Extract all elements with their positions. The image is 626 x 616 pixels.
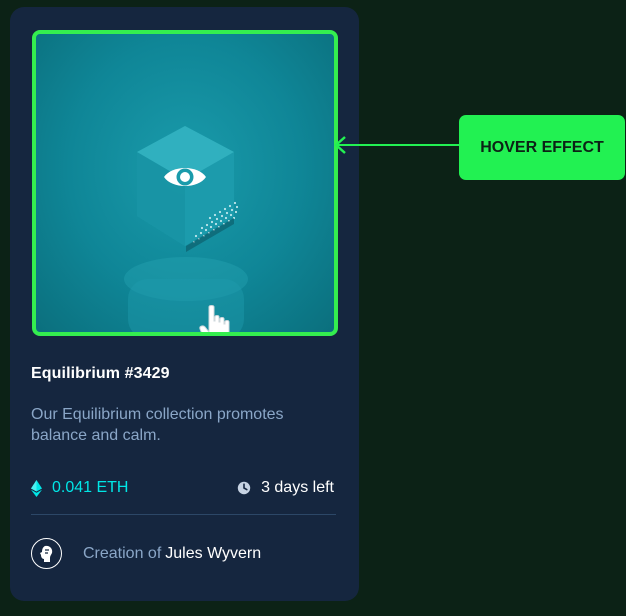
creator: Creation of Jules Wyvern	[31, 538, 261, 569]
avatar-icon[interactable]	[31, 538, 62, 569]
creator-prefix: Creation of	[83, 544, 162, 562]
time-left-value: 3 days left	[261, 479, 334, 496]
hand-cursor-icon	[199, 305, 230, 332]
price: 0.041 ETH	[31, 479, 128, 497]
creator-name-link[interactable]: Jules Wyvern	[165, 545, 261, 563]
eye-icon[interactable]	[162, 162, 208, 192]
nft-image[interactable]	[32, 30, 338, 336]
annotation-arrow-icon	[334, 136, 460, 154]
time-left: 3 days left	[237, 479, 334, 497]
ethereum-icon	[31, 479, 42, 497]
hover-effect-tag: HOVER EFFECT	[459, 115, 625, 180]
divider	[31, 514, 336, 515]
nft-card[interactable]: Equilibrium #3429 Our Equilibrium collec…	[10, 7, 359, 601]
price-value: 0.041 ETH	[52, 479, 129, 496]
nft-title[interactable]: Equilibrium #3429	[31, 365, 170, 383]
clock-icon	[237, 481, 251, 495]
nft-description: Our Equilibrium collection promotes bala…	[31, 406, 284, 444]
